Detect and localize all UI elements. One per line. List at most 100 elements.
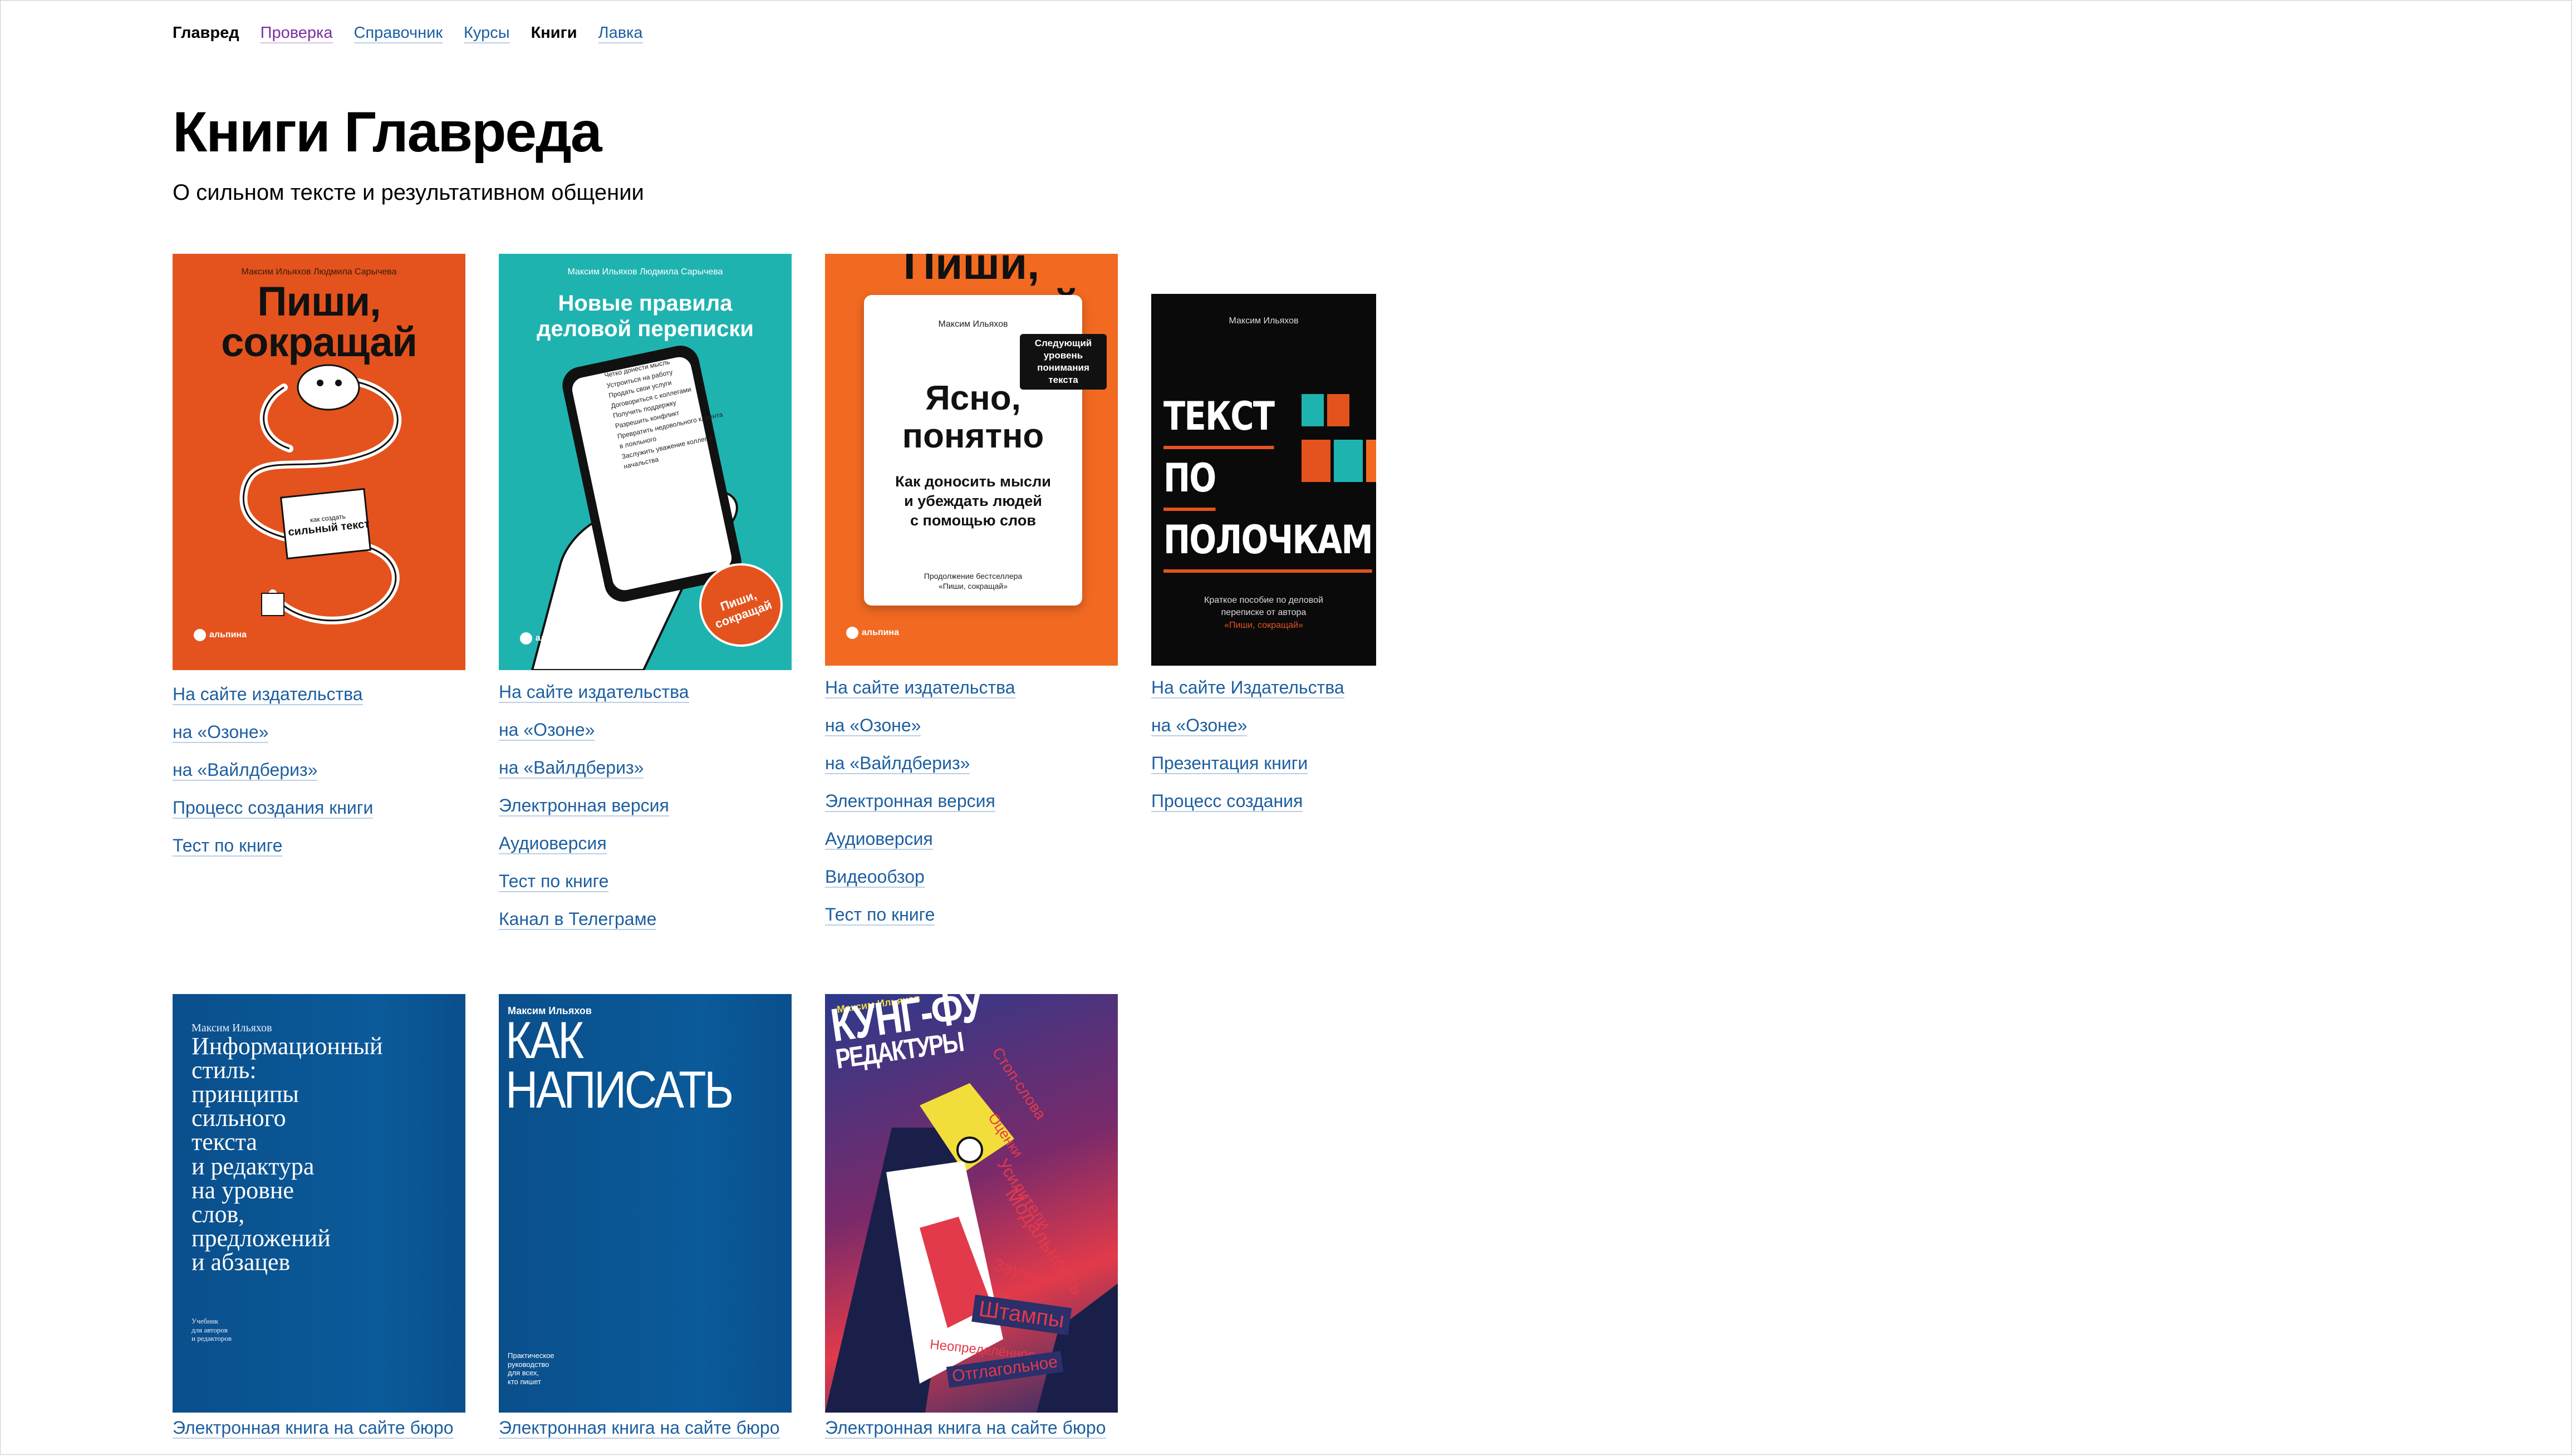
cover-title: Информационный стиль: принципы сильного …: [191, 1032, 383, 1276]
link-ozon[interactable]: на «Озоне»: [173, 722, 269, 743]
link-telegram[interactable]: Канал в Телеграме: [499, 909, 657, 930]
link-ozon[interactable]: на «Озоне»: [499, 720, 595, 741]
list-item: на «Озоне»: [1151, 710, 1376, 748]
list-item: На сайте издательства: [173, 679, 465, 717]
list-item: Процесс создания книги: [173, 793, 465, 830]
list-item: Презентация книги: [1151, 748, 1376, 786]
nav-reference[interactable]: Справочник: [353, 24, 443, 43]
link-process[interactable]: Процесс создания книги: [173, 798, 374, 819]
cover-author: Максим Ильяхов: [1229, 316, 1299, 326]
list-item: На сайте издательства: [499, 677, 792, 715]
link-ebook-bureau[interactable]: Электронная книга на сайте бюро: [173, 1418, 454, 1439]
mini-cover-orange-2: [1302, 440, 1330, 482]
link-publisher[interactable]: На сайте издательства: [499, 682, 689, 703]
list-item: Аудиоверсия: [499, 828, 792, 866]
mini-cover-orange: [1327, 394, 1349, 426]
nav-courses[interactable]: Курсы: [464, 24, 510, 43]
link-ozon[interactable]: на «Озоне»: [1151, 715, 1248, 736]
book-pishi-sokrashchai: Максим Ильяхов Людмила Сарычева Пиши, со…: [173, 254, 465, 868]
book-cover[interactable]: Максим Ильяхов Информационный стиль: при…: [173, 994, 465, 1413]
link-presentation[interactable]: Презентация книги: [1151, 753, 1308, 774]
list-item: Электронная книга на сайте бюро: [825, 1413, 1118, 1450]
book-links: На сайте издательства на «Озоне» на «Вай…: [499, 677, 792, 942]
book-cover[interactable]: Максим Ильяхов Людмила Сарычева Пиши, со…: [173, 254, 465, 670]
cover-footnote: Учебник для авторов и редакторов: [191, 1317, 232, 1343]
nav-glavred[interactable]: Главред: [173, 24, 239, 43]
book-kak-napisat: Максим Ильяхов КАК НАПИСАТЬ Практическое…: [499, 994, 792, 1450]
list-item: Процесс создания: [1151, 786, 1376, 824]
book-infostyle: Максим Ильяхов Информационный стиль: при…: [173, 994, 465, 1450]
mini-cover-orange-3: [1366, 440, 1376, 482]
cover-subtitle: Как доносить мысли и убеждать людей с по…: [895, 473, 1051, 529]
list-item: Видеообзор: [825, 862, 1118, 899]
cover-title: Ясно, понятно: [902, 379, 1044, 456]
mini-cover-teal-2: [1334, 440, 1363, 482]
book-links: Электронная книга на сайте бюро: [173, 1413, 465, 1450]
link-test[interactable]: Тест по книге: [499, 871, 609, 892]
link-ebook-bureau[interactable]: Электронная книга на сайте бюро: [499, 1418, 780, 1439]
list-item: Тест по книге: [173, 830, 465, 868]
cover-publisher: альпина: [209, 630, 247, 640]
book-novye-pravila: Максим Ильяхов Людмила Сарычева Новые пр…: [499, 254, 792, 942]
book-cover[interactable]: Максим Ильяхов КАК НАПИСАТЬ Практическое…: [499, 994, 792, 1413]
list-item: Электронная книга на сайте бюро: [173, 1413, 465, 1450]
link-ozon[interactable]: на «Озоне»: [825, 715, 921, 736]
book-links: На сайте Издательства на «Озоне» Презент…: [1151, 672, 1376, 824]
link-audio[interactable]: Аудиоверсия: [825, 829, 933, 850]
book-links: Электронная книга на сайте бюро: [825, 1413, 1118, 1450]
list-item: Канал в Телеграме: [499, 904, 792, 942]
link-ebook[interactable]: Электронная версия: [825, 791, 995, 812]
book-cover[interactable]: Максим Ильяхов ТЕКСТ ПО ПОЛОЧКАМ Краткое…: [1151, 294, 1376, 666]
link-publisher[interactable]: На сайте издательства: [825, 677, 1015, 699]
link-process[interactable]: Процесс создания: [1151, 791, 1303, 812]
link-wildberries[interactable]: на «Вайлдбериз»: [499, 757, 644, 779]
list-item: Аудиоверсия: [825, 824, 1118, 862]
cover-title: КАК НАПИСАТЬ: [505, 1011, 734, 1119]
list-item: Электронная версия: [499, 790, 792, 828]
cover-author: Максим Ильяхов: [938, 319, 1008, 329]
book-links: Электронная книга на сайте бюро: [499, 1413, 792, 1450]
publisher-logo-icon: [194, 629, 206, 641]
list-item: Электронная версия: [825, 786, 1118, 824]
book-yasno-ponyatno: Пиши, сокращай Максим Ильяхов Следующий …: [825, 254, 1118, 937]
link-test[interactable]: Тест по книге: [825, 904, 935, 926]
nav-check[interactable]: Проверка: [260, 24, 333, 43]
page-subtitle: О сильном тексте и результативном общени…: [173, 180, 644, 205]
cover-footnote: Краткое пособие по деловой переписке от …: [1204, 596, 1323, 630]
link-wildberries[interactable]: на «Вайлдбериз»: [825, 753, 970, 774]
link-wildberries[interactable]: на «Вайлдбериз»: [173, 760, 318, 781]
list-item: На сайте издательства: [825, 672, 1118, 710]
cover-publisher: альпина: [862, 628, 899, 637]
list-item: на «Озоне»: [499, 715, 792, 752]
book-cover[interactable]: Максим Ильяхов Людмила Сарычева Новые пр…: [499, 254, 792, 670]
link-ebook[interactable]: Электронная версия: [499, 795, 669, 816]
book-links: На сайте издательства на «Озоне» на «Вай…: [173, 679, 465, 868]
link-publisher[interactable]: На сайте Издательства: [1151, 677, 1344, 699]
book-cover[interactable]: Максим Ильяхов КУНГ-ФУ РЕДАКТУРЫ Стоп-сл…: [825, 994, 1118, 1413]
list-item: на «Вайлдбериз»: [825, 748, 1118, 786]
nav-books[interactable]: Книги: [531, 24, 577, 43]
link-audio[interactable]: Аудиоверсия: [499, 833, 607, 854]
list-item: Тест по книге: [499, 866, 792, 904]
list-item: на «Вайлдбериз»: [173, 755, 465, 793]
cover-publisher: альпина: [536, 633, 573, 643]
publisher-logo-icon: [846, 627, 858, 639]
link-video[interactable]: Видеообзор: [825, 867, 925, 888]
dragon-illustration: [239, 364, 402, 624]
top-navigation: Главред Проверка Справочник Курсы Книги …: [173, 24, 643, 43]
book-links: На сайте издательства на «Озоне» на «Вай…: [825, 672, 1118, 937]
book-cover[interactable]: Пиши, сокращай Максим Ильяхов Следующий …: [825, 254, 1118, 666]
list-item: на «Озоне»: [825, 710, 1118, 748]
book-tekst-po-polochkam: Максим Ильяхов ТЕКСТ ПО ПОЛОЧКАМ Краткое…: [1151, 294, 1376, 824]
link-test[interactable]: Тест по книге: [173, 835, 283, 857]
link-publisher[interactable]: На сайте издательства: [173, 684, 363, 705]
cover-footnote: Продолжение бестселлера «Пиши, сокращай»: [924, 572, 1023, 591]
book-kung-fu: Максим Ильяхов КУНГ-ФУ РЕДАКТУРЫ Стоп-сл…: [825, 994, 1118, 1450]
nav-shop[interactable]: Лавка: [598, 24, 643, 43]
publisher-logo-icon: [520, 632, 532, 645]
list-item: Тест по книге: [825, 899, 1118, 937]
link-ebook-bureau[interactable]: Электронная книга на сайте бюро: [825, 1418, 1106, 1439]
page-title: Книги Главреда: [173, 100, 602, 164]
mini-cover-teal: [1302, 394, 1324, 426]
cover-footnote: Практическое руководство для всех, кто п…: [508, 1351, 554, 1386]
